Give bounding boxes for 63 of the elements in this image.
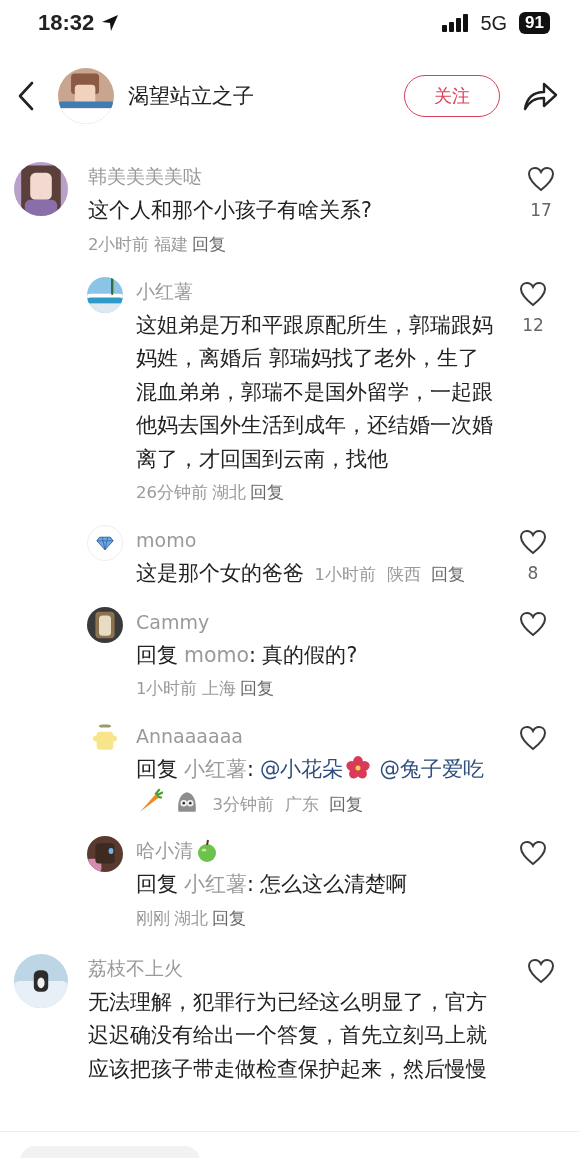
follow-button[interactable]: 关注 xyxy=(404,75,500,117)
user-name[interactable]: 小红薯 xyxy=(136,278,193,305)
status-time: 18:32 xyxy=(38,10,95,36)
comment-location: 陕西 xyxy=(386,565,421,584)
user-name[interactable]: 哈小清 xyxy=(136,838,193,864)
mention-link[interactable]: @兔子爱吃 xyxy=(379,757,484,781)
comment-text: : 真的假的? xyxy=(249,642,358,667)
comment-text: 这姐弟是万和平跟原配所生，郭瑞跟妈妈姓，离婚后 郭瑞妈找了老外，生了混血弟弟，郭瑞不是国外留学，一起跟他妈去国外生活到成年，还结婚一次婚离了，才回国到云南，找他 xyxy=(136,312,493,471)
user-name[interactable]: momo xyxy=(136,529,197,551)
comment-location: 湖北 xyxy=(212,482,246,504)
comment-time: 刚刚 xyxy=(136,907,170,930)
comment-text: 这个人和那个小孩子有啥关系? xyxy=(88,198,372,222)
comment-location: 湖北 xyxy=(174,907,208,930)
battery-indicator: 91 xyxy=(519,12,550,34)
replied-user-link[interactable]: 小红薯 xyxy=(184,757,247,781)
comment-location: 上海 xyxy=(201,678,236,700)
reply-label: 回复 xyxy=(136,642,178,667)
apple-icon xyxy=(195,839,219,863)
heart-icon[interactable] xyxy=(519,280,547,307)
carrot-icon xyxy=(138,787,164,814)
heart-icon[interactable] xyxy=(519,725,547,751)
heart-icon[interactable] xyxy=(519,840,547,866)
user-name[interactable]: Cammy xyxy=(136,610,210,633)
comment-time: 26分钟前 xyxy=(136,482,208,504)
heart-icon[interactable] xyxy=(527,957,555,984)
share-icon[interactable] xyxy=(522,80,558,112)
reply-link[interactable]: 回复 xyxy=(212,907,246,930)
reply-label: 回复 xyxy=(136,757,178,781)
comment-text: 这是那个女的爸爸 xyxy=(136,561,304,585)
reply-link[interactable]: 回复 xyxy=(250,482,284,504)
comment-time: 2小时前 xyxy=(88,233,150,256)
comment-location: 广东 xyxy=(284,794,319,814)
user-name[interactable]: Annaaaaaa xyxy=(136,725,243,747)
comment-text: 无法理解，犯罪行为已经这么明显了，官方迟迟确没有给出一个答复，首先立刻马上就应该把孩子带走做检查保护起来，然后慢慢 xyxy=(88,989,487,1081)
location-arrow-icon xyxy=(100,13,121,33)
comment-location: 福建 xyxy=(153,233,188,256)
replied-user-link[interactable]: 小红薯 xyxy=(184,872,247,896)
diamond-icon xyxy=(96,535,114,551)
like-count: 17 xyxy=(530,200,552,220)
like-count: 12 xyxy=(522,314,544,335)
signal-icon xyxy=(442,14,471,32)
user-name[interactable]: 荔枝不上火 xyxy=(88,955,183,982)
replied-user-link[interactable]: momo xyxy=(184,642,250,667)
comment-text: : 怎么这么清楚啊 xyxy=(247,872,408,896)
network-label: 5G xyxy=(480,11,508,35)
user-name[interactable]: 韩美美美美哒 xyxy=(88,164,202,190)
comment-time: 1小时前 xyxy=(136,678,198,700)
comment-time: 1小时前 xyxy=(314,565,377,584)
comment-text: : xyxy=(247,757,254,781)
heart-icon[interactable] xyxy=(519,529,547,555)
reply-link[interactable]: 回复 xyxy=(191,233,226,256)
like-count: 8 xyxy=(527,563,539,583)
flower-icon xyxy=(345,756,372,780)
reply-link[interactable]: 回复 xyxy=(239,678,274,700)
heart-icon[interactable] xyxy=(527,166,555,192)
reply-link[interactable]: 回复 xyxy=(431,565,466,584)
account-name: 渴望站立之子 xyxy=(128,83,255,110)
back-icon[interactable] xyxy=(18,81,34,111)
heart-icon[interactable] xyxy=(519,610,547,637)
reply-link[interactable]: 回复 xyxy=(329,794,364,814)
comment-time: 3分钟前 xyxy=(212,794,275,814)
mention-link[interactable]: @小花朵 xyxy=(259,757,344,781)
reply-label: 回复 xyxy=(136,872,178,896)
